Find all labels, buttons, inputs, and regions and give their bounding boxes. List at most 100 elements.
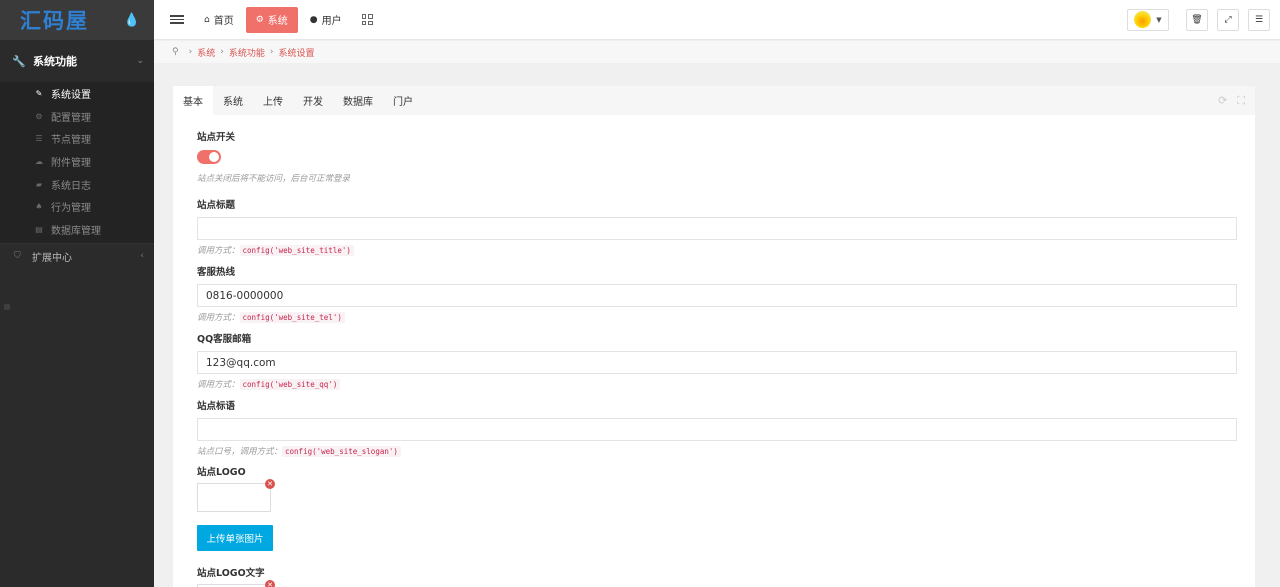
sidebar-item-label: 系统日志	[51, 180, 91, 192]
list-icon: ☰	[35, 134, 43, 144]
field-logo-text: 站点LOGO文字 ✕	[197, 565, 1237, 587]
chevron-right-icon: ›	[220, 47, 224, 57]
site-switch-toggle[interactable]	[197, 150, 221, 164]
help-text: 站点口号，调用方式：	[197, 447, 283, 457]
sidebar: 汇码屋 💧 🔧 系统功能 ⌄ ✎ 系统设置 ⚙ 配置管理 ☰ 节点管理 ☁ 附件…	[0, 0, 154, 587]
sidebar-item-database[interactable]: ▤ 数据库管理	[0, 218, 154, 241]
tab-system[interactable]: 系统	[213, 86, 253, 115]
breadcrumb-item[interactable]: 系统设置	[278, 46, 314, 59]
tab-portal[interactable]: 门户	[383, 86, 423, 115]
topbar: ⌂ 首页 ⚙ 系统 ● 用户 ▼ 🗑 ⤢ ☰	[154, 0, 1280, 40]
book-icon: ▰	[35, 179, 43, 189]
tabs: 基本 系统 上传 开发 数据库 门户 ⟳ ⛶	[173, 86, 1255, 115]
hotline-input[interactable]: 0816-0000000	[197, 284, 1237, 307]
tab-develop[interactable]: 开发	[293, 86, 333, 115]
sidebar-item-label: 数据库管理	[51, 225, 101, 237]
topnav-home[interactable]: ⌂ 首页	[194, 7, 244, 33]
remove-icon[interactable]: ✕	[265, 479, 275, 489]
brand-logo[interactable]: 汇码屋	[20, 5, 89, 35]
sidebar-item-logs[interactable]: ▰ 系统日志	[0, 173, 154, 196]
site-title-input[interactable]	[197, 217, 1237, 240]
help-code: config('web_site_title')	[239, 244, 354, 256]
user-icon: ●	[309, 14, 318, 25]
panel-tools: ⟳ ⛶	[1218, 94, 1245, 108]
sidebar-item-nodes[interactable]: ☰ 节点管理	[0, 127, 154, 150]
remove-icon[interactable]: ✕	[265, 580, 275, 587]
wrench-icon: 🔧	[12, 54, 26, 68]
sliders-icon: ☰	[1254, 14, 1264, 25]
topnav-label: 用户	[321, 16, 342, 27]
field-label: 站点开关	[197, 132, 236, 143]
slogan-input[interactable]	[197, 418, 1237, 441]
sidebar-item-actions[interactable]: ♠ 行为管理	[0, 195, 154, 218]
sidebar-handle[interactable]	[4, 304, 10, 310]
sidebar-group-label: 扩展中心	[32, 252, 72, 264]
sidebar-group-system[interactable]: 🔧 系统功能 ⌄	[0, 40, 154, 82]
field-label: QQ客服邮箱	[197, 334, 252, 345]
field-help: 站点口号，调用方式： config('web_site_slogan')	[197, 445, 1237, 457]
caret-down-icon: ▼	[1156, 15, 1162, 24]
tab-basic[interactable]: 基本	[173, 86, 213, 115]
settings-panel: 基本 系统 上传 开发 数据库 门户 ⟳ ⛶ 站点开关 站点关闭后将不能访问，后…	[173, 86, 1255, 587]
breadcrumb: ⚲ › 系统 › 系统功能 › 系统设置	[154, 41, 1280, 63]
field-help: 站点关闭后将不能访问，后台可正常登录	[197, 174, 351, 184]
apps-grid-icon[interactable]	[361, 14, 373, 25]
tab-upload[interactable]: 上传	[253, 86, 293, 115]
topnav-label: 首页	[213, 16, 234, 27]
field-label: 站点标语	[197, 401, 236, 412]
bell-icon: ♠	[35, 202, 43, 212]
sidebar-item-label: 系统设置	[51, 89, 91, 101]
topnav-user[interactable]: ● 用户	[300, 7, 352, 33]
trash-icon: 🗑	[1191, 14, 1203, 25]
location-pin-icon: ⚲	[172, 47, 179, 57]
help-code: config('web_site_qq')	[239, 378, 341, 390]
drop-icon[interactable]: 💧	[124, 13, 140, 28]
expand-icon: ⤢	[1224, 14, 1232, 25]
help-text: 调用方式：	[197, 380, 240, 390]
upload-image-button[interactable]: 上传单张图片	[197, 525, 273, 551]
logo-preview: ✕	[197, 479, 275, 512]
field-slogan: 站点标语 站点口号，调用方式： config('web_site_slogan'…	[197, 398, 1237, 464]
trash-button[interactable]: 🗑	[1186, 8, 1208, 31]
field-help: 调用方式： config('web_site_title')	[197, 244, 1237, 256]
cloud-icon: ☁	[35, 156, 43, 166]
settings-form: 站点开关 站点关闭后将不能访问，后台可正常登录 站点标题 调用方式： confi…	[173, 115, 1255, 587]
fullscreen-button[interactable]: ⤢	[1217, 8, 1239, 31]
topnav-label: 系统	[267, 16, 288, 27]
puzzle-icon: ⛉	[14, 251, 21, 262]
field-logo: 站点LOGO ✕ 上传单张图片	[197, 464, 1237, 565]
refresh-icon[interactable]: ⟳	[1218, 94, 1227, 108]
help-code: config('web_site_slogan')	[282, 445, 401, 457]
help-text: 调用方式：	[197, 313, 240, 323]
sidebar-item-settings[interactable]: ✎ 系统设置	[0, 82, 154, 105]
topbar-right: ▼ 🗑 ⤢ ☰	[1127, 8, 1270, 31]
sidebar-item-attachments[interactable]: ☁ 附件管理	[0, 150, 154, 173]
chevron-right-icon: ›	[188, 47, 193, 57]
field-qq-email: QQ客服邮箱 123@qq.com 调用方式： config('web_site…	[197, 331, 1237, 398]
field-label: 站点LOGO	[197, 467, 246, 478]
user-menu[interactable]: ▼	[1127, 8, 1169, 31]
breadcrumb-item[interactable]: 系统	[197, 46, 215, 59]
field-help: 调用方式： config('web_site_qq')	[197, 378, 1237, 390]
settings-panel-button[interactable]: ☰	[1248, 8, 1270, 31]
help-text: 调用方式：	[197, 246, 240, 256]
qq-email-input[interactable]: 123@qq.com	[197, 351, 1237, 374]
field-site-title: 站点标题 调用方式： config('web_site_title')	[197, 197, 1237, 264]
field-label: 站点LOGO文字	[197, 568, 265, 579]
field-label: 站点标题	[197, 200, 236, 211]
field-help: 调用方式： config('web_site_tel')	[197, 311, 1237, 323]
topnav-system[interactable]: ⚙ 系统	[245, 6, 298, 33]
menu-icon[interactable]	[170, 15, 184, 24]
breadcrumb-item[interactable]: 系统功能	[229, 46, 265, 59]
avatar	[1134, 11, 1152, 28]
fullscreen-icon[interactable]: ⛶	[1237, 94, 1245, 108]
sidebar-group-extensions[interactable]: ⛉ 扩展中心 ‹	[0, 242, 154, 269]
sidebar-item-config[interactable]: ⚙ 配置管理	[0, 105, 154, 128]
sidebar-group-label: 系统功能	[33, 55, 77, 68]
chevron-right-icon: ›	[269, 47, 274, 57]
sidebar-item-label: 行为管理	[51, 203, 91, 215]
tab-database[interactable]: 数据库	[333, 86, 383, 115]
database-icon: ▤	[35, 224, 43, 234]
field-label: 客服热线	[197, 267, 236, 278]
sidebar-item-label: 附件管理	[51, 157, 91, 169]
